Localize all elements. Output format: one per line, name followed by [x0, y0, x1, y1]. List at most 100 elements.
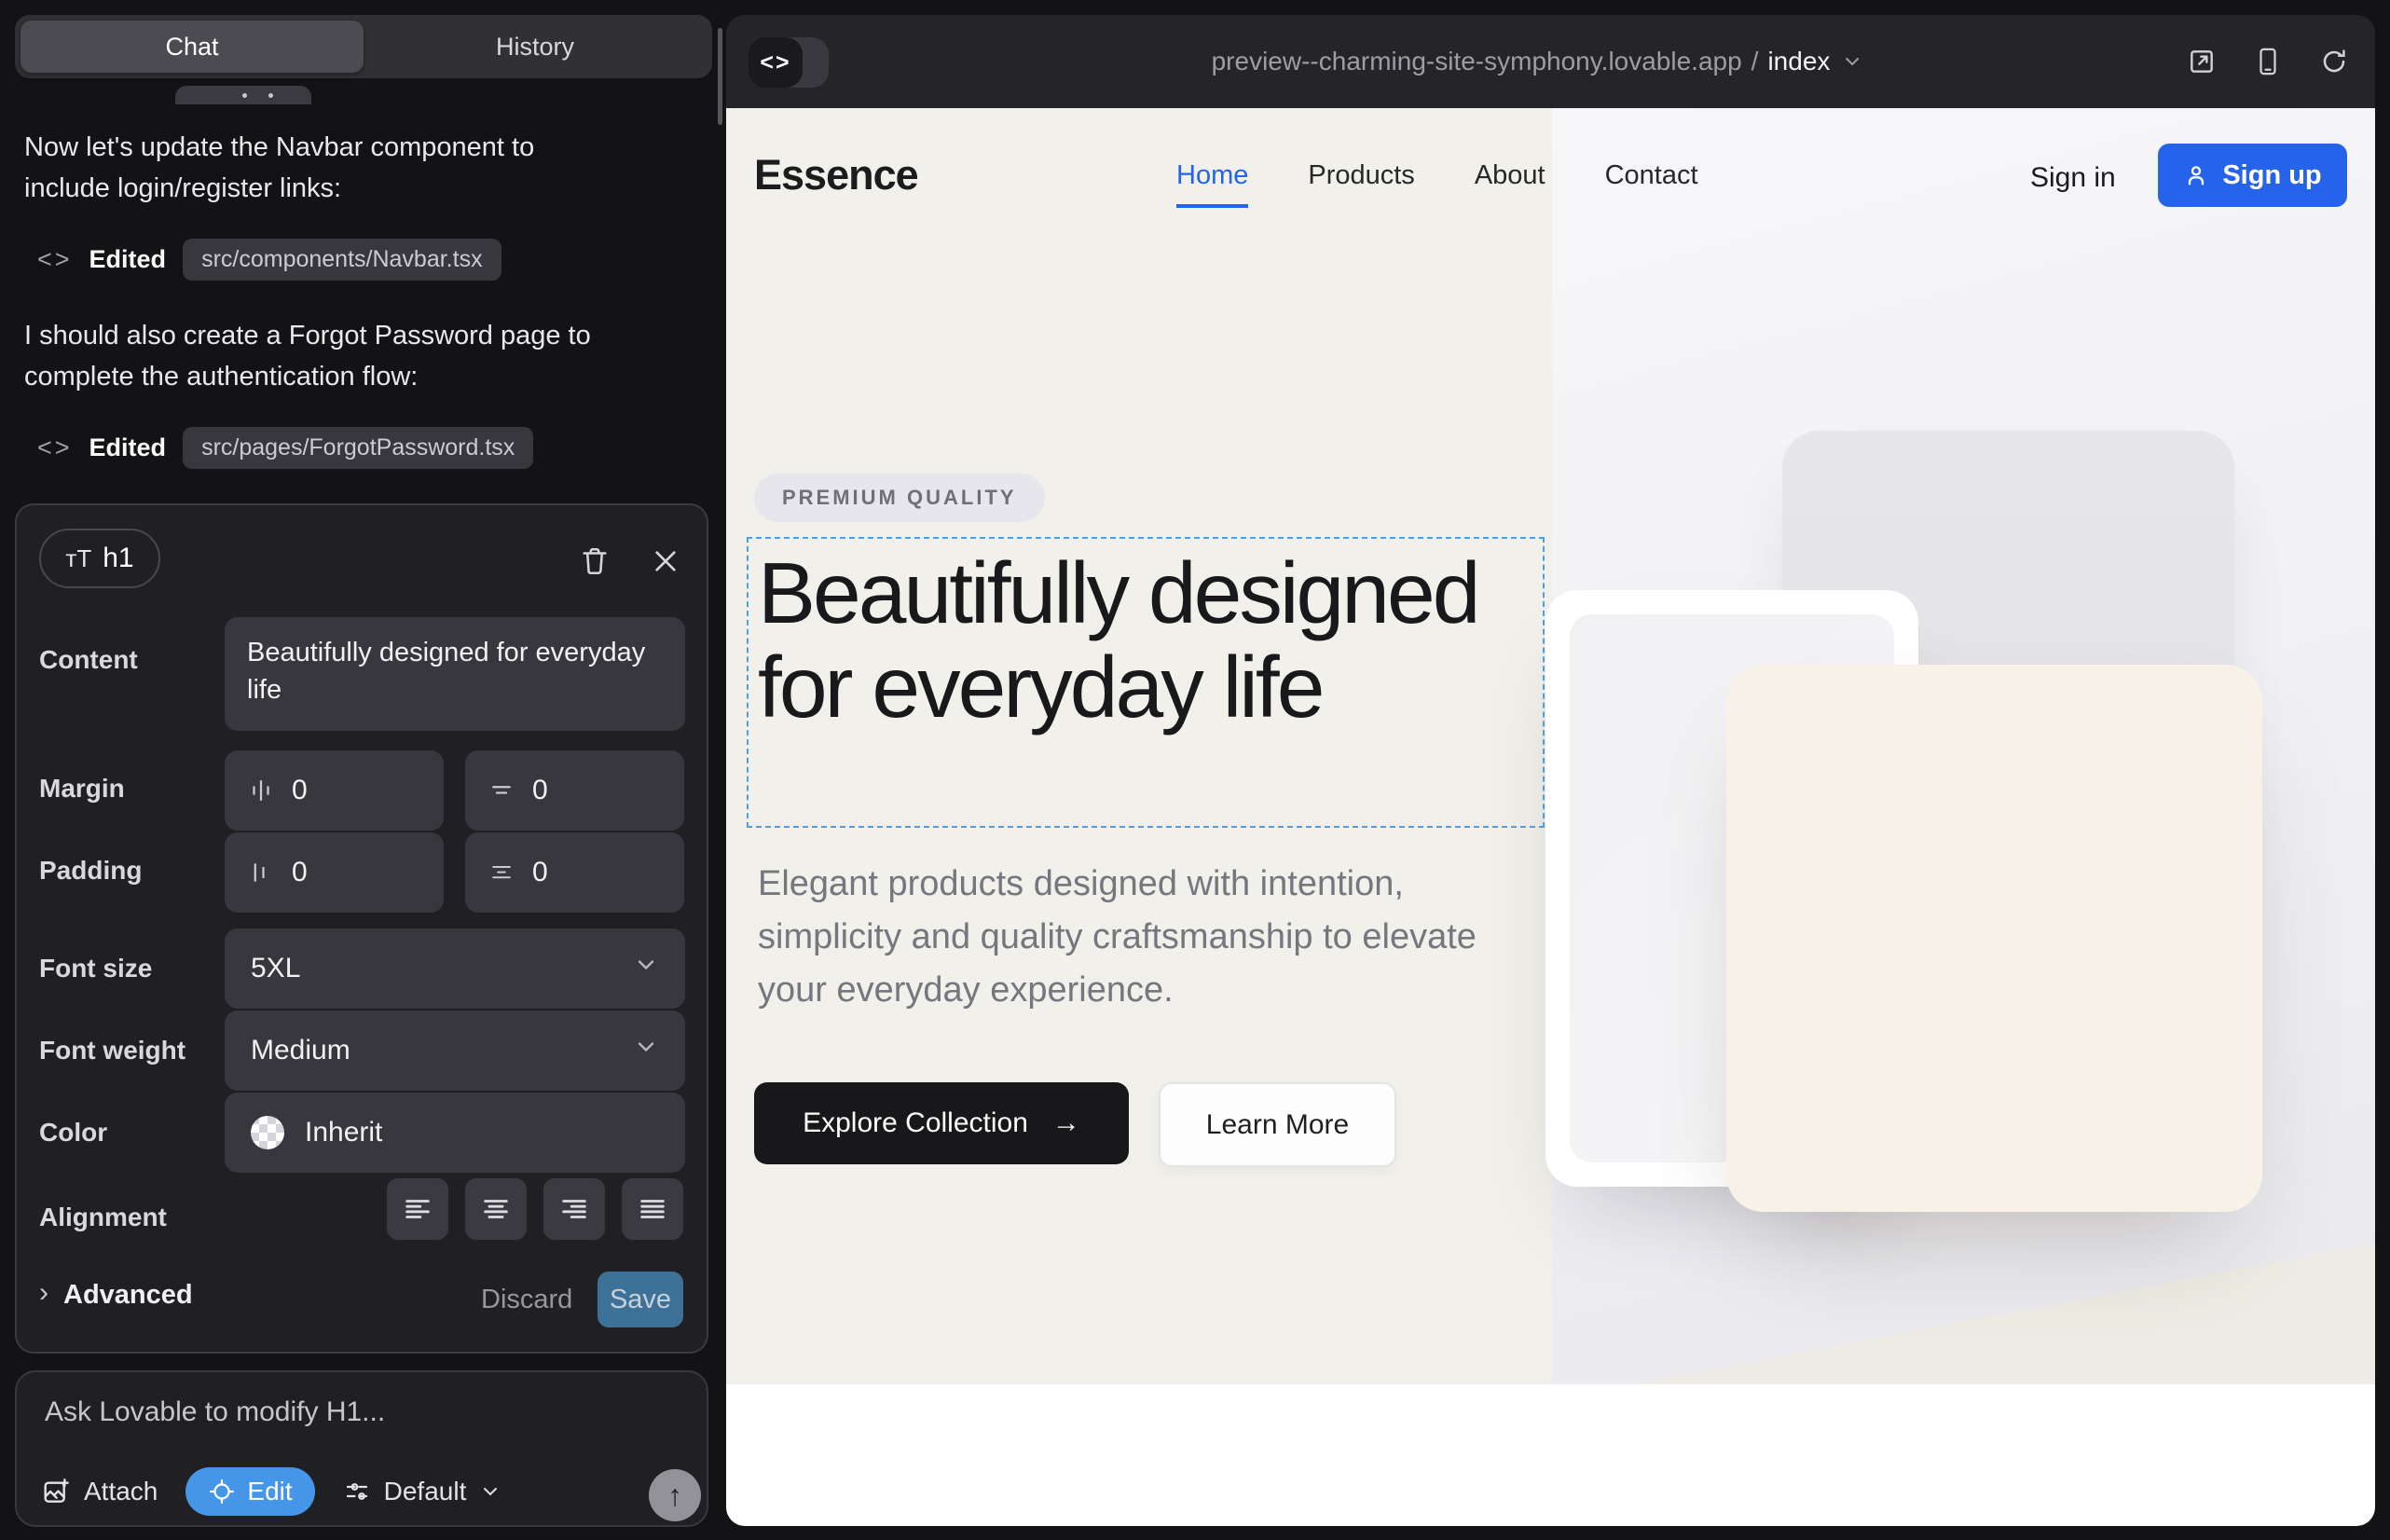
file-chip[interactable]: src/components/Navbar.tsx [183, 239, 501, 281]
attach-image-icon [41, 1477, 71, 1506]
mode-label: Default [384, 1477, 467, 1506]
code-view-icon: <> [749, 37, 803, 88]
color-select[interactable]: Inherit [225, 1093, 685, 1173]
mobile-view-icon[interactable] [2254, 46, 2282, 77]
lovable-editor-screen: Chat History Now let's update the Navbar… [0, 0, 2390, 1540]
composer-toolbar: Attach Edit Default [41, 1467, 501, 1516]
font-size-select[interactable]: 5XL [225, 928, 685, 1009]
element-editor-panel: тT h1 Content Beautifully designed for e… [15, 503, 708, 1354]
edit-label: Edit [247, 1477, 292, 1506]
edited-file-row: <> Edited src/components/Navbar.tsx [37, 239, 501, 281]
site-logo[interactable]: Essence [754, 151, 918, 199]
nav-link-home[interactable]: Home [1176, 160, 1248, 208]
font-size-value: 5XL [251, 953, 300, 984]
close-icon [651, 546, 680, 576]
chat-scrollbar[interactable] [718, 28, 722, 125]
url-separator: / [1751, 47, 1759, 76]
advanced-label: Advanced [63, 1280, 193, 1311]
crosshair-icon [208, 1478, 236, 1506]
alignment-label: Alignment [39, 1203, 167, 1232]
close-editor-button[interactable] [647, 543, 684, 580]
preview-browser-window: <> preview--charming-site-symphony.lovab… [726, 15, 2375, 1526]
explore-collection-button[interactable]: Explore Collection → [754, 1082, 1129, 1164]
code-preview-toggle[interactable]: <> [749, 37, 829, 88]
chat-message: I should also create a Forgot Password p… [24, 315, 628, 397]
code-icon: <> [37, 433, 73, 462]
edited-file-row: <> Edited src/pages/ForgotPassword.tsx [37, 427, 533, 469]
site-nav: Home Products About Contact [1176, 160, 1698, 208]
url-bar[interactable]: preview--charming-site-symphony.lovable.… [1212, 15, 1864, 108]
color-swatch [251, 1116, 284, 1149]
sign-up-button[interactable]: Sign up [2158, 144, 2347, 207]
scrolled-chip-peek [175, 86, 311, 104]
chevron-down-icon [1841, 50, 1863, 73]
selected-element-tag[interactable]: тT h1 [39, 529, 160, 588]
nav-link-contact[interactable]: Contact [1605, 160, 1698, 208]
margin-label: Margin [39, 774, 125, 804]
browser-toolbar-icons [2187, 15, 2349, 108]
align-left-button[interactable] [387, 1178, 448, 1240]
learn-more-button[interactable]: Learn More [1159, 1082, 1396, 1167]
chat-history-tabs: Chat History [15, 15, 712, 78]
attach-label: Attach [84, 1477, 158, 1506]
font-weight-select[interactable]: Medium [225, 1011, 685, 1091]
tab-chat[interactable]: Chat [21, 21, 364, 73]
typography-icon: тT [65, 544, 91, 573]
padding-y-input[interactable] [532, 857, 653, 888]
align-center-button[interactable] [465, 1178, 527, 1240]
send-button[interactable]: ↑ [649, 1469, 701, 1521]
file-chip[interactable]: src/pages/ForgotPassword.tsx [183, 427, 533, 469]
save-button[interactable]: Save [598, 1272, 683, 1327]
sign-in-link[interactable]: Sign in [2030, 162, 2116, 194]
discard-button[interactable]: Discard [481, 1285, 572, 1315]
advanced-toggle[interactable]: › Advanced [39, 1279, 193, 1311]
url-domain: preview--charming-site-symphony.lovable.… [1212, 47, 1742, 76]
margin-y-input[interactable] [532, 775, 653, 806]
color-value: Inherit [305, 1117, 382, 1148]
margin-y-field [465, 750, 684, 831]
delete-element-button[interactable] [576, 543, 613, 580]
margin-x-input[interactable] [292, 775, 413, 806]
refresh-icon[interactable] [2319, 47, 2349, 76]
open-external-icon[interactable] [2187, 47, 2217, 76]
color-label: Color [39, 1118, 107, 1148]
font-size-label: Font size [39, 954, 152, 983]
hero-decor-card-beige [1726, 665, 2262, 1212]
edited-label: Edited [89, 433, 167, 462]
align-justify-button[interactable] [622, 1178, 683, 1240]
align-right-button[interactable] [543, 1178, 605, 1240]
hero-heading[interactable]: Beautifully designed for everyday life [758, 546, 1522, 735]
chat-composer: Attach Edit Default ↑ [15, 1370, 708, 1527]
sliders-icon [343, 1478, 371, 1506]
composer-input[interactable] [45, 1396, 679, 1445]
align-center-icon [480, 1193, 512, 1225]
margin-horizontal-icon [247, 777, 275, 804]
mode-selector[interactable]: Default [343, 1477, 502, 1506]
padding-y-field [465, 832, 684, 913]
padding-label: Padding [39, 856, 142, 886]
nav-link-products[interactable]: Products [1308, 160, 1414, 208]
padding-horizontal-icon [247, 859, 275, 887]
padding-vertical-icon [488, 859, 515, 887]
attach-button[interactable]: Attach [41, 1477, 158, 1506]
margin-x-field [225, 750, 444, 831]
url-page: index [1767, 47, 1830, 76]
arrow-right-icon: → [1052, 1107, 1080, 1139]
edit-mode-button[interactable]: Edit [185, 1467, 314, 1516]
site-preview: Essence Home Products About Contact Sign… [726, 108, 2375, 1526]
next-section-background [726, 1384, 2375, 1526]
content-input[interactable]: Beautifully designed for everyday life [225, 617, 685, 731]
element-tag-label: h1 [103, 543, 133, 574]
font-weight-label: Font weight [39, 1036, 185, 1066]
chevron-down-icon [633, 952, 659, 978]
font-weight-value: Medium [251, 1035, 350, 1066]
trash-icon [579, 544, 611, 578]
nav-link-about[interactable]: About [1475, 160, 1545, 208]
align-justify-icon [637, 1193, 668, 1225]
content-label: Content [39, 645, 138, 675]
padding-x-field [225, 832, 444, 913]
padding-x-input[interactable] [292, 857, 413, 888]
user-icon [2183, 162, 2209, 188]
explore-collection-label: Explore Collection [803, 1107, 1028, 1139]
tab-history[interactable]: History [364, 21, 707, 73]
